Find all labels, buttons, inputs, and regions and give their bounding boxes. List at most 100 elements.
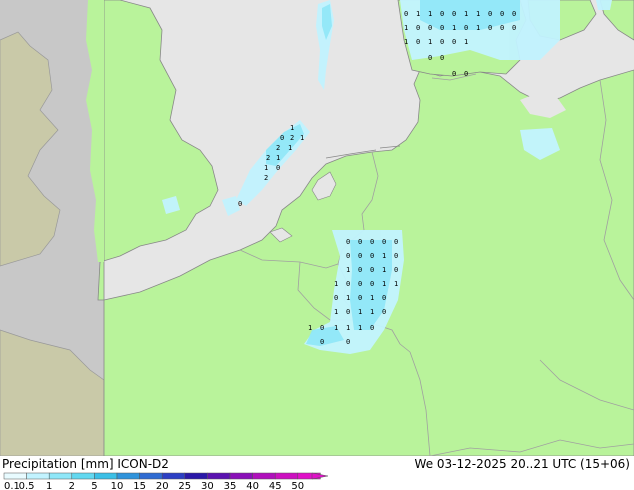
precip-value: 0	[358, 294, 362, 302]
precip-value: 0	[394, 252, 398, 260]
precip-value: 1	[394, 280, 398, 288]
precip-value: 0	[404, 10, 408, 18]
precip-value: 1	[358, 308, 362, 316]
precip-value: 0	[358, 238, 362, 246]
precip-value: 1	[476, 10, 480, 18]
legend-tick-label: 0.1	[4, 481, 20, 490]
legend-tick-label: 45	[269, 481, 282, 490]
legend-color-box	[71, 472, 95, 480]
precip-value: 1	[370, 294, 374, 302]
precip-value: 0	[382, 238, 386, 246]
precip-value: 0	[370, 238, 374, 246]
precip-value: 2	[276, 144, 280, 152]
precipitation-map[interactable]: 0 1 1 0 0 1 1 0 0 0 1 0 0 0 1 0 1 0 0 0 …	[0, 0, 634, 456]
precip-value: 1	[346, 266, 350, 274]
legend-color-box	[48, 472, 73, 480]
precip-value: 0	[346, 252, 350, 260]
legend-tick-label: 10	[111, 481, 124, 490]
precip-value: 0	[452, 38, 456, 46]
precip-value: 0	[464, 24, 468, 32]
precip-value: 1	[308, 324, 312, 332]
legend-tick-label: 35	[224, 481, 237, 490]
precip-value: 1	[288, 144, 292, 152]
precip-value: 0	[512, 10, 516, 18]
legend-tick-label: 15	[133, 481, 146, 490]
precip-value: 0	[500, 10, 504, 18]
precip-value: 1	[276, 154, 280, 162]
precip-value: 0	[346, 338, 350, 346]
color-legend: 0.10.5 1 2 5 10 15 20 25 30 35 40 45 50	[3, 472, 329, 490]
precip-value: 0	[280, 134, 284, 142]
legend-tick-label: 25	[178, 481, 191, 490]
precip-value: 0	[382, 308, 386, 316]
precip-value: 1	[404, 24, 408, 32]
legend-color-box	[94, 472, 118, 480]
precip-value: 0	[428, 24, 432, 32]
precip-value: 0	[320, 338, 324, 346]
precip-value: 1	[346, 294, 350, 302]
precip-value: 2	[264, 174, 268, 182]
legend-color-box	[26, 472, 50, 480]
precip-value: 1	[476, 24, 480, 32]
precip-value: 1	[464, 10, 468, 18]
precip-value: 0	[452, 10, 456, 18]
precip-value: 0	[370, 280, 374, 288]
legend-color-box	[184, 472, 208, 480]
precip-value: 0	[346, 280, 350, 288]
product-label: Precipitation [mm] ICON-D2	[2, 457, 169, 471]
map-footer: Precipitation [mm] ICON-D2 We 03-12-2025…	[0, 456, 634, 490]
precip-value: 0	[382, 294, 386, 302]
legend-color-box	[139, 472, 163, 480]
precip-value: 0	[238, 200, 242, 208]
precip-value: 1	[300, 134, 304, 142]
legend-color-box	[3, 472, 27, 480]
legend-color-box	[252, 472, 276, 480]
precip-value: 1	[370, 308, 374, 316]
precip-value: 0	[452, 70, 456, 78]
precip-value: 0	[346, 308, 350, 316]
precip-value: 1	[264, 164, 268, 172]
precip-value: 1	[290, 124, 294, 132]
precip-value: 1	[334, 308, 338, 316]
legend-tick-label: 40	[246, 481, 259, 490]
legend-color-box	[229, 472, 253, 480]
precip-value: 0	[370, 324, 374, 332]
precip-value: 0	[464, 70, 468, 78]
legend-tick-label: 5	[91, 481, 97, 490]
legend-tick-label: 30	[201, 481, 214, 490]
precip-value: 0	[488, 24, 492, 32]
precip-value: 1	[464, 38, 468, 46]
legend-color-boxes	[3, 472, 321, 480]
legend-tick-labels: 0.10.5 1 2 5 10 15 20 25 30 35 40 45 50	[4, 481, 304, 490]
precip-value: 1	[382, 266, 386, 274]
precip-value: 0	[394, 266, 398, 274]
precip-value: 1	[334, 280, 338, 288]
precip-value: 0	[416, 24, 420, 32]
precip-value: 0	[500, 24, 504, 32]
precip-value: 0	[358, 252, 362, 260]
precip-value: 0	[370, 252, 374, 260]
precip-value: 0	[320, 324, 324, 332]
legend-color-box	[207, 472, 231, 480]
precip-value: 0	[334, 294, 338, 302]
legend-tick-label: 0.5	[19, 481, 35, 490]
legend-color-box	[274, 472, 299, 480]
precip-value: 1	[382, 252, 386, 260]
valid-time-label: We 03-12-2025 20..21 UTC (15+06)	[414, 457, 630, 471]
precip-value: 1	[428, 10, 432, 18]
precip-value: 0	[440, 10, 444, 18]
precip-value: 1	[382, 280, 386, 288]
precip-value: 0	[358, 266, 362, 274]
precip-value: 1	[416, 10, 420, 18]
precip-value: 0	[440, 54, 444, 62]
precip-value: 0	[428, 54, 432, 62]
precip-value: 0	[394, 238, 398, 246]
precip-value: 1	[452, 24, 456, 32]
legend-tick-label: 2	[69, 481, 75, 490]
legend-color-box	[116, 472, 140, 480]
precip-value: 0	[346, 238, 350, 246]
precip-value: 0	[416, 38, 420, 46]
legend-color-box	[161, 472, 186, 480]
legend-tick-label: 20	[156, 481, 169, 490]
precip-value: 1	[334, 324, 338, 332]
